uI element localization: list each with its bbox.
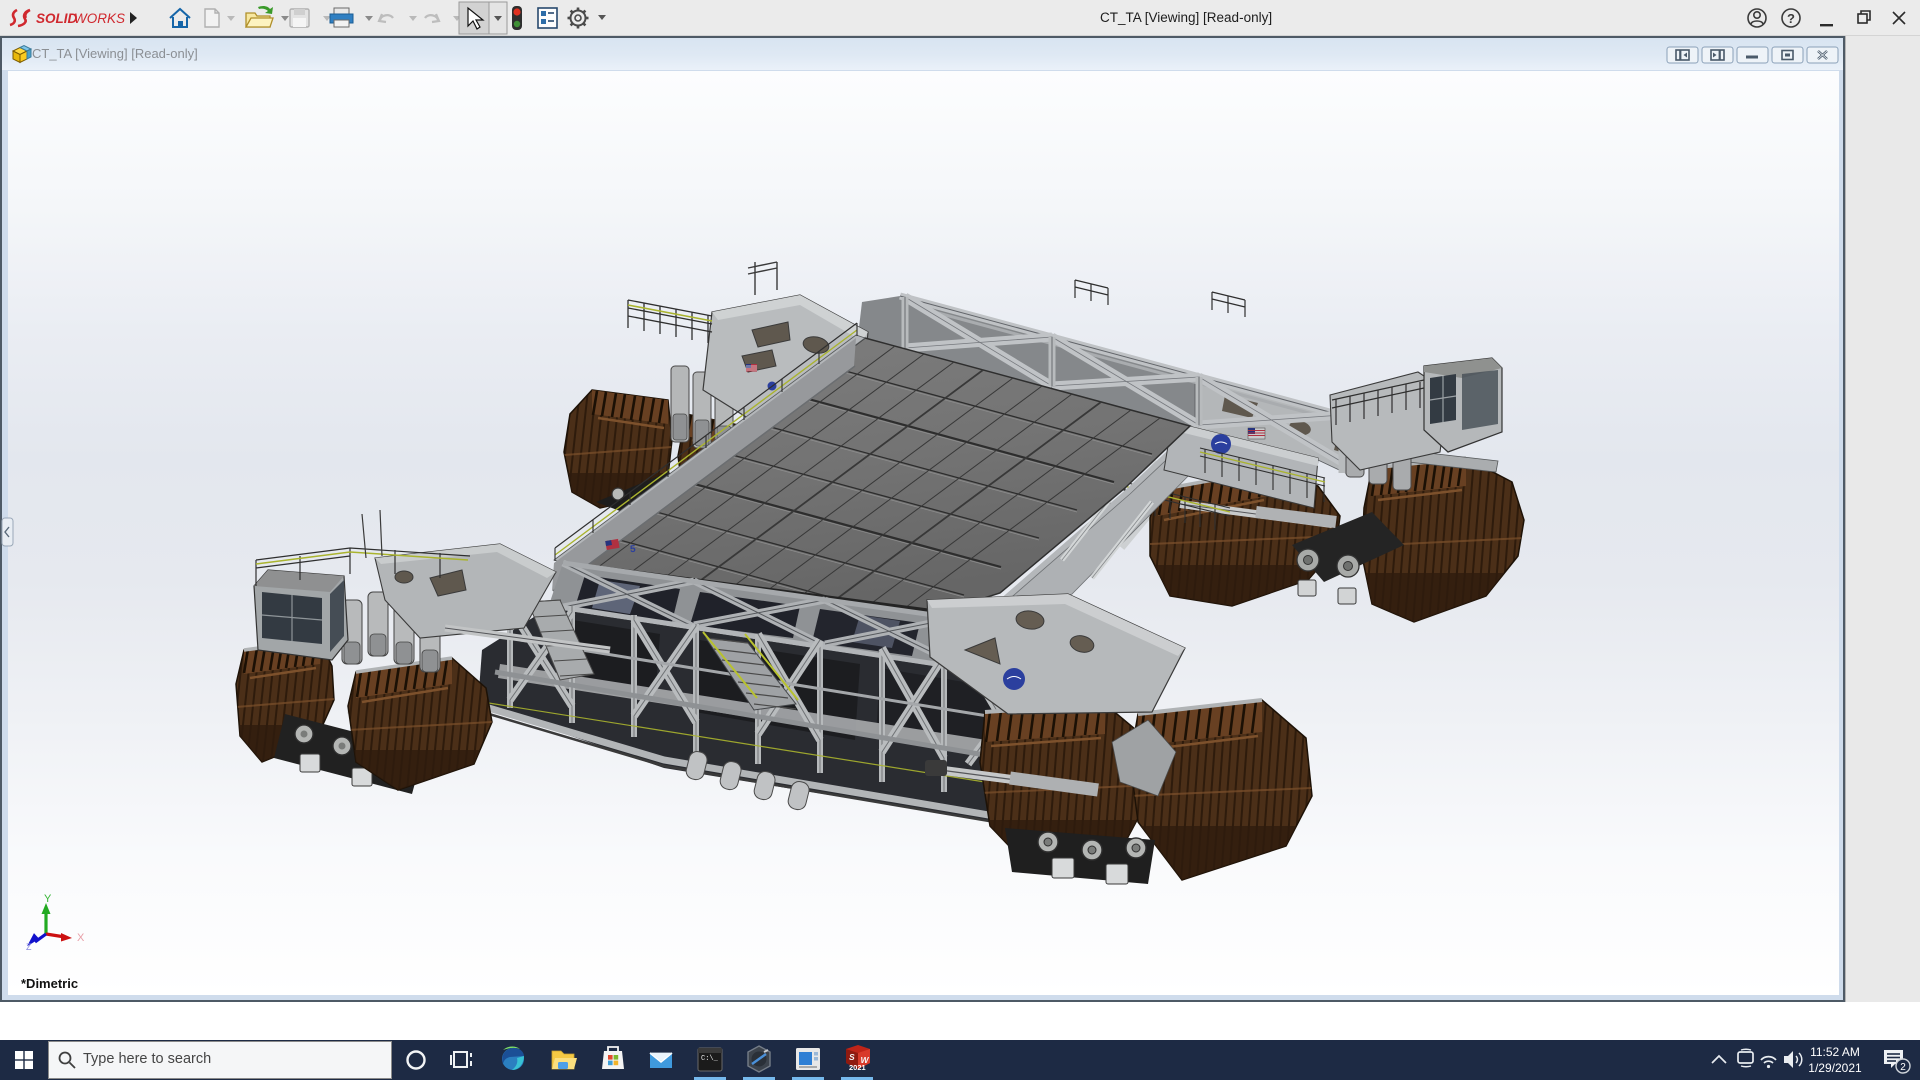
svg-text:Z: Z <box>26 942 32 952</box>
svg-text:X: X <box>77 932 85 944</box>
svg-text:Y: Y <box>44 893 52 905</box>
svg-text:WORKS: WORKS <box>74 11 125 26</box>
svg-text:S: S <box>849 1052 855 1062</box>
svg-text:2021: 2021 <box>849 1063 866 1072</box>
svg-text:2: 2 <box>1900 1062 1906 1073</box>
svg-text:SOLID: SOLID <box>36 11 78 26</box>
svg-text:C:\_: C:\_ <box>701 1055 719 1063</box>
svg-text:?: ? <box>1787 11 1795 26</box>
